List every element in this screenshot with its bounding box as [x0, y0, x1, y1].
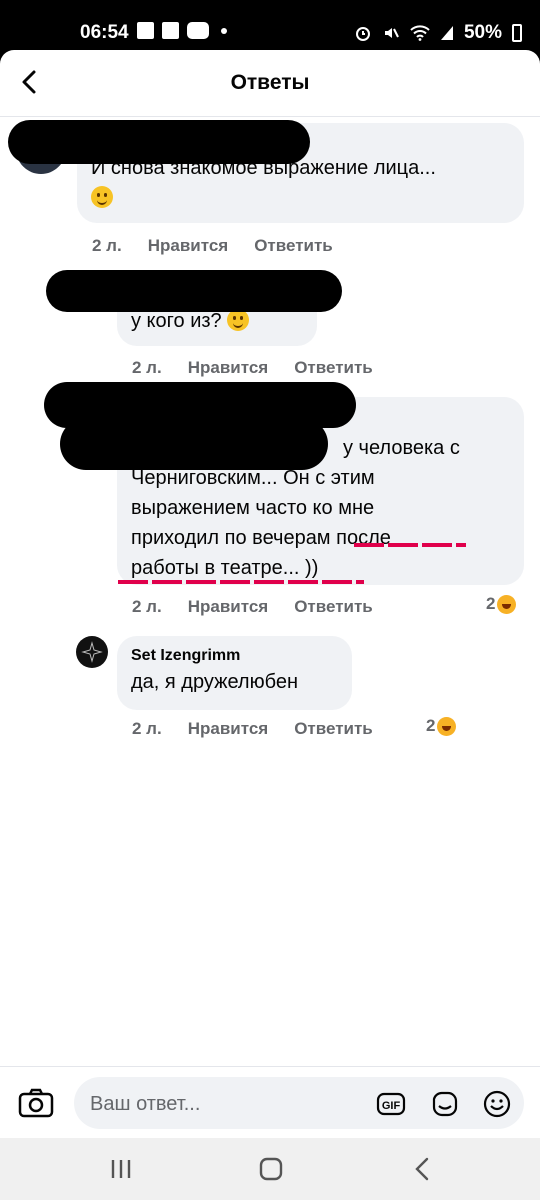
highlight-underline	[118, 580, 364, 584]
like-button[interactable]: Нравится	[188, 358, 269, 378]
battery-icon	[512, 24, 522, 42]
gallery-icon	[137, 22, 154, 39]
reaction-count: 2	[426, 716, 436, 735]
reply-input[interactable]	[88, 1077, 362, 1131]
comment-age: 2 л.	[92, 236, 122, 255]
like-button[interactable]: Нравится	[188, 597, 269, 617]
reply-button[interactable]: Ответить	[254, 236, 333, 256]
redacted-author-name	[8, 120, 310, 164]
reply-input-container: GIF	[74, 1077, 524, 1131]
redacted-text	[60, 418, 328, 470]
comment-actions: 2 л. Нравится Ответить	[132, 719, 373, 739]
avatar-emblem-icon	[81, 641, 103, 663]
comment-actions: 2 л. Нравится Ответить	[132, 597, 373, 617]
comment-age: 2 л.	[132, 597, 162, 616]
comment-text-line: приходил по вечерам после	[131, 527, 391, 549]
alarm-icon	[355, 27, 370, 41]
battery-level: 50%	[463, 22, 502, 43]
comment-age: 2 л.	[132, 358, 162, 377]
reaction-count: 2	[486, 594, 496, 613]
status-time: 06:54	[80, 22, 129, 43]
avatar[interactable]	[76, 636, 108, 668]
system-navigation-bar	[0, 1138, 540, 1200]
comment-actions: 2 л. Нравится Ответить	[92, 236, 333, 256]
notification-icons	[137, 22, 227, 39]
smiling-face-icon	[227, 309, 250, 331]
like-button[interactable]: Нравится	[148, 236, 229, 256]
app-header: Ответы	[0, 50, 540, 117]
camera-icon[interactable]	[18, 1088, 54, 1118]
more-notifications-dot	[221, 27, 227, 34]
highlight-underline	[354, 543, 466, 547]
comment-text: у кого из?	[131, 310, 222, 332]
comment-actions: 2 л. Нравится Ответить	[132, 358, 373, 378]
home-icon[interactable]	[256, 1156, 286, 1182]
reaction-summary[interactable]: 2	[486, 594, 517, 614]
reply-composer: GIF	[0, 1066, 540, 1137]
comment-text-line: работы в театре... ))	[131, 557, 319, 579]
winking-face-icon	[91, 186, 113, 208]
back-icon[interactable]	[408, 1156, 438, 1182]
laughing-face-icon	[437, 716, 457, 736]
reply-button[interactable]: Ответить	[294, 719, 373, 739]
reply-button[interactable]: Ответить	[294, 597, 373, 617]
like-button[interactable]: Нравится	[188, 719, 269, 739]
comment-author[interactable]: Set Izengrimm	[131, 645, 338, 667]
youtube-icon	[187, 22, 209, 39]
reaction-summary[interactable]: 2	[426, 716, 457, 736]
recent-apps-icon[interactable]	[106, 1156, 136, 1182]
comment-bubble: Set Izengrimm да, я дружелюбен	[117, 636, 352, 710]
comment-text: да, я дружелюбен	[131, 671, 298, 693]
gif-icon[interactable]: GIF	[376, 1089, 406, 1119]
system-icons: 50%	[354, 22, 522, 44]
signal-icon	[440, 26, 453, 40]
comment-text-line: выражением часто ко мне	[131, 497, 375, 519]
redacted-author-name	[46, 270, 342, 312]
comment-age: 2 л.	[132, 719, 162, 738]
wifi-icon	[410, 25, 430, 41]
gif-label: GIF	[382, 1100, 401, 1112]
facebook-icon	[162, 22, 179, 39]
page-title: Ответы	[230, 71, 310, 94]
laughing-face-icon	[497, 594, 517, 614]
sticker-icon[interactable]	[430, 1089, 460, 1119]
mute-icon	[384, 28, 399, 38]
reply-button[interactable]: Ответить	[294, 358, 373, 378]
emoji-icon[interactable]	[482, 1089, 512, 1119]
